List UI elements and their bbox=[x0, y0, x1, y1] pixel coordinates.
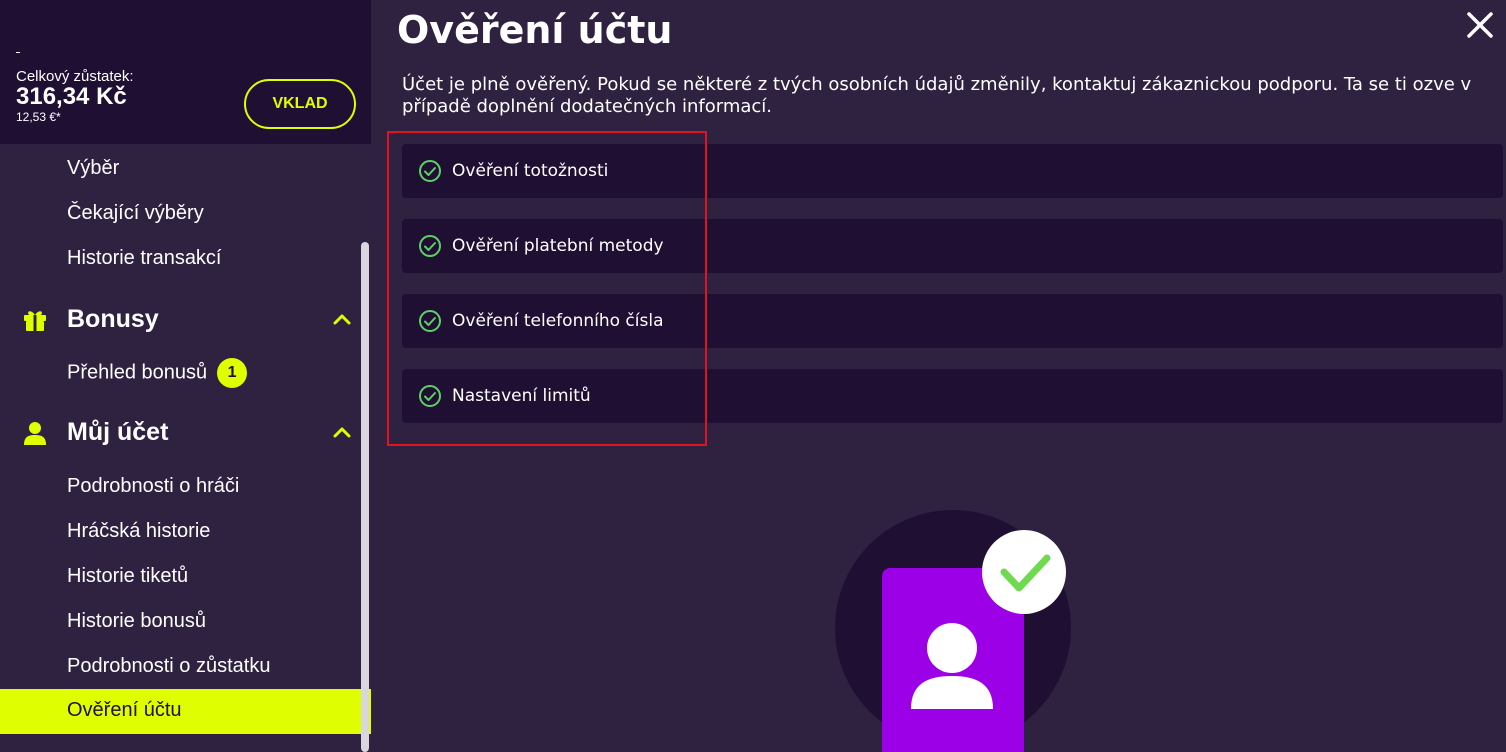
close-icon[interactable] bbox=[1465, 10, 1495, 40]
sidebar-section-label: Bonusy bbox=[67, 305, 159, 333]
sidebar-section-bonuses[interactable]: Bonusy bbox=[22, 305, 159, 334]
sidebar-section-account[interactable]: Můj účet bbox=[22, 418, 168, 447]
sidebar-item-label: Přehled bonusů bbox=[67, 361, 208, 384]
sidebar-item-pending-withdrawals[interactable]: Čekající výběry bbox=[67, 202, 204, 225]
balance-panel: Celkový zůstatek: 316,34 Kč 12,53 €* VKL… bbox=[0, 0, 371, 144]
sidebar-item-label: Ověření účtu bbox=[67, 699, 182, 721]
check-circle-icon bbox=[418, 234, 442, 258]
balance-divider bbox=[16, 52, 20, 53]
sidebar-item-bonus-overview[interactable]: Přehled bonusů 1 bbox=[67, 358, 248, 388]
chevron-up-icon[interactable] bbox=[330, 421, 354, 445]
verification-label: Ověření totožnosti bbox=[452, 161, 609, 181]
sidebar-section-label: Můj účet bbox=[67, 418, 169, 446]
sidebar-item-player-history[interactable]: Hráčská historie bbox=[67, 520, 210, 543]
sidebar-item-account-verification[interactable]: Ověření účtu bbox=[0, 689, 371, 734]
verification-description: Účet je plně ověřený. Pokud se některé z… bbox=[402, 74, 1472, 117]
sidebar-item-withdrawal[interactable]: Výběr bbox=[67, 157, 119, 180]
verification-item-phone-number: Ověření telefonního čísla bbox=[402, 294, 1503, 348]
sidebar-item-player-details[interactable]: Podrobnosti o hráči bbox=[67, 475, 239, 498]
sidebar-scrollbar[interactable] bbox=[361, 242, 369, 752]
chevron-up-icon[interactable] bbox=[330, 308, 354, 332]
sidebar-item-bonus-history[interactable]: Historie bonusů bbox=[67, 610, 206, 633]
sidebar-item-balance-details[interactable]: Podrobnosti o zůstatku bbox=[67, 655, 270, 678]
sidebar-item-transaction-history[interactable]: Historie transakcí bbox=[67, 247, 222, 270]
notification-badge: 1 bbox=[217, 358, 248, 388]
balance-amount: 316,34 Kč bbox=[16, 83, 127, 110]
verification-label: Ověření telefonního čísla bbox=[452, 311, 664, 331]
user-icon bbox=[22, 420, 48, 446]
gift-icon bbox=[22, 307, 48, 333]
check-circle-icon bbox=[418, 309, 442, 333]
check-circle-icon bbox=[418, 384, 442, 408]
verification-label: Ověření platební metody bbox=[452, 236, 664, 256]
verification-label: Nastavení limitů bbox=[452, 386, 591, 406]
balance-eur: 12,53 €* bbox=[16, 110, 61, 124]
main-content: Ověření účtu Účet je plně ověřený. Pokud… bbox=[371, 0, 1506, 752]
verified-account-illustration bbox=[835, 508, 1075, 752]
deposit-button[interactable]: VKLAD bbox=[244, 79, 356, 129]
sidebar: Celkový zůstatek: 316,34 Kč 12,53 €* VKL… bbox=[0, 0, 371, 752]
verification-item-identity: Ověření totožnosti bbox=[402, 144, 1503, 198]
page-title: Ověření účtu bbox=[397, 8, 673, 52]
verification-item-limits: Nastavení limitů bbox=[402, 369, 1503, 423]
sidebar-item-ticket-history[interactable]: Historie tiketů bbox=[67, 565, 188, 588]
verification-item-payment-method: Ověření platební metody bbox=[402, 219, 1503, 273]
check-circle-icon bbox=[418, 159, 442, 183]
